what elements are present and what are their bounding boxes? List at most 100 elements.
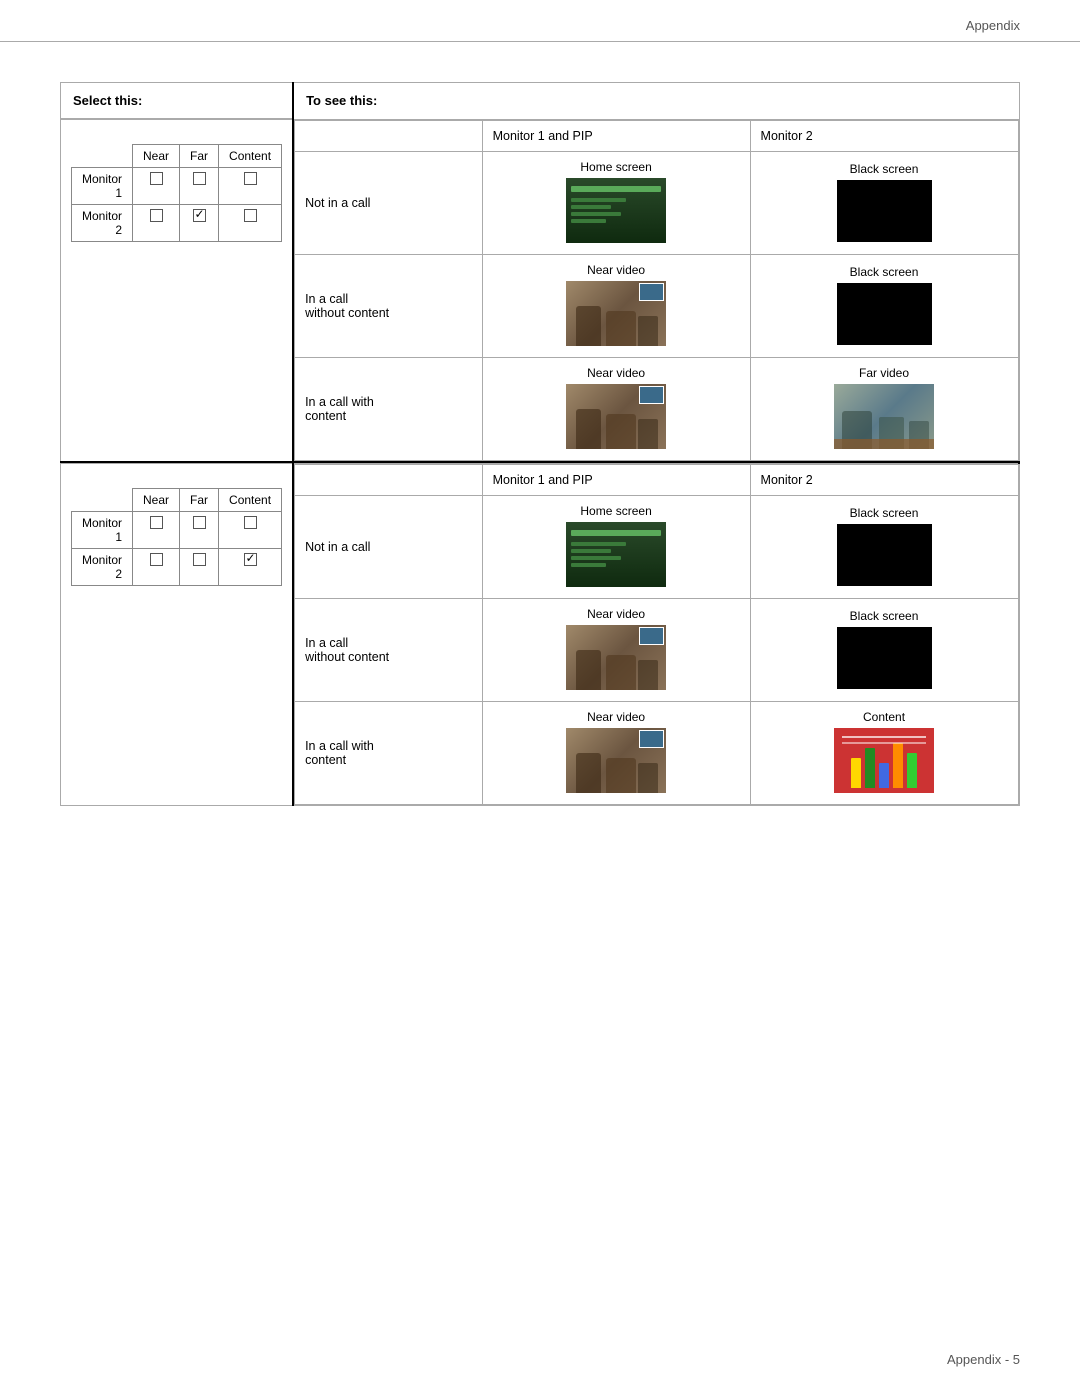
monitor1-row-1: Monitor 1: [72, 168, 282, 205]
monitor1-label-1: Monitor 1: [72, 168, 133, 205]
blank-col-2: [295, 465, 483, 496]
to-see-table-2: Monitor 1 and PIP Monitor 2 Not in a cal…: [294, 464, 1018, 805]
section2-select-cell: Near Far Content Monitor 1: [61, 464, 294, 806]
blank-col: [295, 121, 483, 152]
checkbox: [150, 209, 163, 222]
scenario3-label-1: In a call with content: [295, 358, 483, 461]
scenario2-monitor2-1: Black screen: [750, 255, 1018, 358]
black-screen-3: [837, 524, 932, 586]
monitor1-row-2: Monitor 1: [72, 512, 282, 549]
scenario2-label-1: In a call without content: [295, 255, 483, 358]
near-video-thumb-1: [566, 281, 666, 346]
inner-table-2: Near Far Content Monitor 1: [71, 488, 282, 586]
scenario3-monitor2-2: Content: [750, 702, 1018, 805]
scenario2-monitor1-label-1: Near video: [493, 263, 740, 277]
monitor2-content-cb-1: [219, 205, 282, 242]
inner-header-row-1: Near Far Content: [72, 145, 282, 168]
scenario1-monitor2-1: Black screen: [750, 152, 1018, 255]
select-header-label: Select this:: [61, 83, 292, 119]
scenario1-monitor2-label-2: Black screen: [761, 506, 1008, 520]
scenario3-row-1: In a call with content Near video: [295, 358, 1018, 461]
col-far-1: Far: [180, 145, 219, 168]
monitor1-near-cb-2: [133, 512, 180, 549]
monitor2-row-2: Monitor 2: [72, 549, 282, 586]
section2-body-row: Near Far Content Monitor 1: [61, 464, 1020, 806]
monitor2-far-cb-2: [180, 549, 219, 586]
scenario1-label-1: Not in a call: [295, 152, 483, 255]
monitor-pip-header-2: Monitor 1 and PIP: [482, 465, 750, 496]
scenario2-monitor2-label-1: Black screen: [761, 265, 1008, 279]
col-far-2: Far: [180, 489, 219, 512]
scenario1-monitor1-1: Home screen: [482, 152, 750, 255]
page-header: Appendix: [0, 0, 1080, 42]
to-see-header-cell: To see this:: [293, 83, 1019, 120]
scenario1-row-1: Not in a call Home screen: [295, 152, 1018, 255]
monitor2-near-cb-1: [133, 205, 180, 242]
scenario1-row-2: Not in a call Home screen: [295, 496, 1018, 599]
section1-body-row: Near Far Content Monitor 1: [61, 120, 1020, 463]
scenario3-row-2: In a call with content Near video: [295, 702, 1018, 805]
scenario2-monitor2-2: Black screen: [750, 599, 1018, 702]
main-table: Select this: To see this: Near Far: [60, 82, 1020, 806]
black-screen-2: [837, 283, 932, 345]
col-headers-row-2: Monitor 1 and PIP Monitor 2: [295, 465, 1018, 496]
monitor1-far-cb-2: [180, 512, 219, 549]
checkbox: [150, 172, 163, 185]
col-near-1: Near: [133, 145, 180, 168]
scenario2-row-1: In a call without content Near video: [295, 255, 1018, 358]
to-see-table-1: Monitor 1 and PIP Monitor 2 Not in a cal…: [294, 120, 1018, 461]
monitor-pip-header-1: Monitor 1 and PIP: [482, 121, 750, 152]
checkbox-checked-2: [244, 553, 257, 566]
black-screen-1: [837, 180, 932, 242]
monitor2-near-cb-2: [133, 549, 180, 586]
section1-select-cell: Near Far Content Monitor 1: [61, 120, 294, 463]
scenario3-monitor1-label-1: Near video: [493, 366, 740, 380]
col-content-1: Content: [219, 145, 282, 168]
section2-to-see-cell: Monitor 1 and PIP Monitor 2 Not in a cal…: [293, 464, 1019, 806]
checkbox: [244, 516, 257, 529]
scenario3-monitor1-1: Near video: [482, 358, 750, 461]
checkbox: [244, 172, 257, 185]
scenario2-monitor1-label-2: Near video: [493, 607, 740, 621]
footer-label: Appendix - 5: [947, 1352, 1020, 1367]
monitor2-row-1: Monitor 2: [72, 205, 282, 242]
checkbox: [150, 516, 163, 529]
near-video-thumb-2: [566, 384, 666, 449]
col-near-2: Near: [133, 489, 180, 512]
monitor2-label-2: Monitor 2: [72, 549, 133, 586]
section1-header-row: Select this: To see this:: [61, 83, 1020, 120]
scenario2-monitor1-1: Near video: [482, 255, 750, 358]
checkbox: [193, 516, 206, 529]
scenario3-monitor2-1: Far video: [750, 358, 1018, 461]
monitor2-label-1: Monitor 2: [72, 205, 133, 242]
scenario1-label-2: Not in a call: [295, 496, 483, 599]
black-screen-4: [837, 627, 932, 689]
checkbox: [150, 553, 163, 566]
monitor2-header-2: Monitor 2: [750, 465, 1018, 496]
checkbox: [193, 553, 206, 566]
scenario2-row-2: In a call without content Near video: [295, 599, 1018, 702]
to-see-header-label: To see this:: [294, 83, 1018, 118]
scenario3-monitor1-2: Near video: [482, 702, 750, 805]
monitor2-content-cb-2: [219, 549, 282, 586]
monitor1-content-cb-2: [219, 512, 282, 549]
monitor2-far-cb-1: [180, 205, 219, 242]
scenario1-monitor1-label-1: Home screen: [493, 160, 740, 174]
section1-to-see-cell: Monitor 1 and PIP Monitor 2 Not in a cal…: [293, 120, 1019, 463]
checkbox-checked: [193, 209, 206, 222]
home-screen-thumb-2: [566, 522, 666, 587]
scenario2-label-2: In a call without content: [295, 599, 483, 702]
col-headers-row-1: Monitor 1 and PIP Monitor 2: [295, 121, 1018, 152]
far-video-thumb-1: [834, 384, 934, 449]
inner-table-1: Near Far Content Monitor 1: [71, 144, 282, 242]
checkbox: [244, 209, 257, 222]
home-screen-thumb-1: [566, 178, 666, 243]
scenario3-monitor1-label-2: Near video: [493, 710, 740, 724]
scenario1-monitor1-label-2: Home screen: [493, 504, 740, 518]
scenario1-monitor1-2: Home screen: [482, 496, 750, 599]
scenario3-monitor2-label-2: Content: [761, 710, 1008, 724]
content-slide-thumb: [834, 728, 934, 793]
scenario3-label-2: In a call with content: [295, 702, 483, 805]
monitor1-content-cb-1: [219, 168, 282, 205]
page-footer: Appendix - 5: [947, 1352, 1020, 1367]
